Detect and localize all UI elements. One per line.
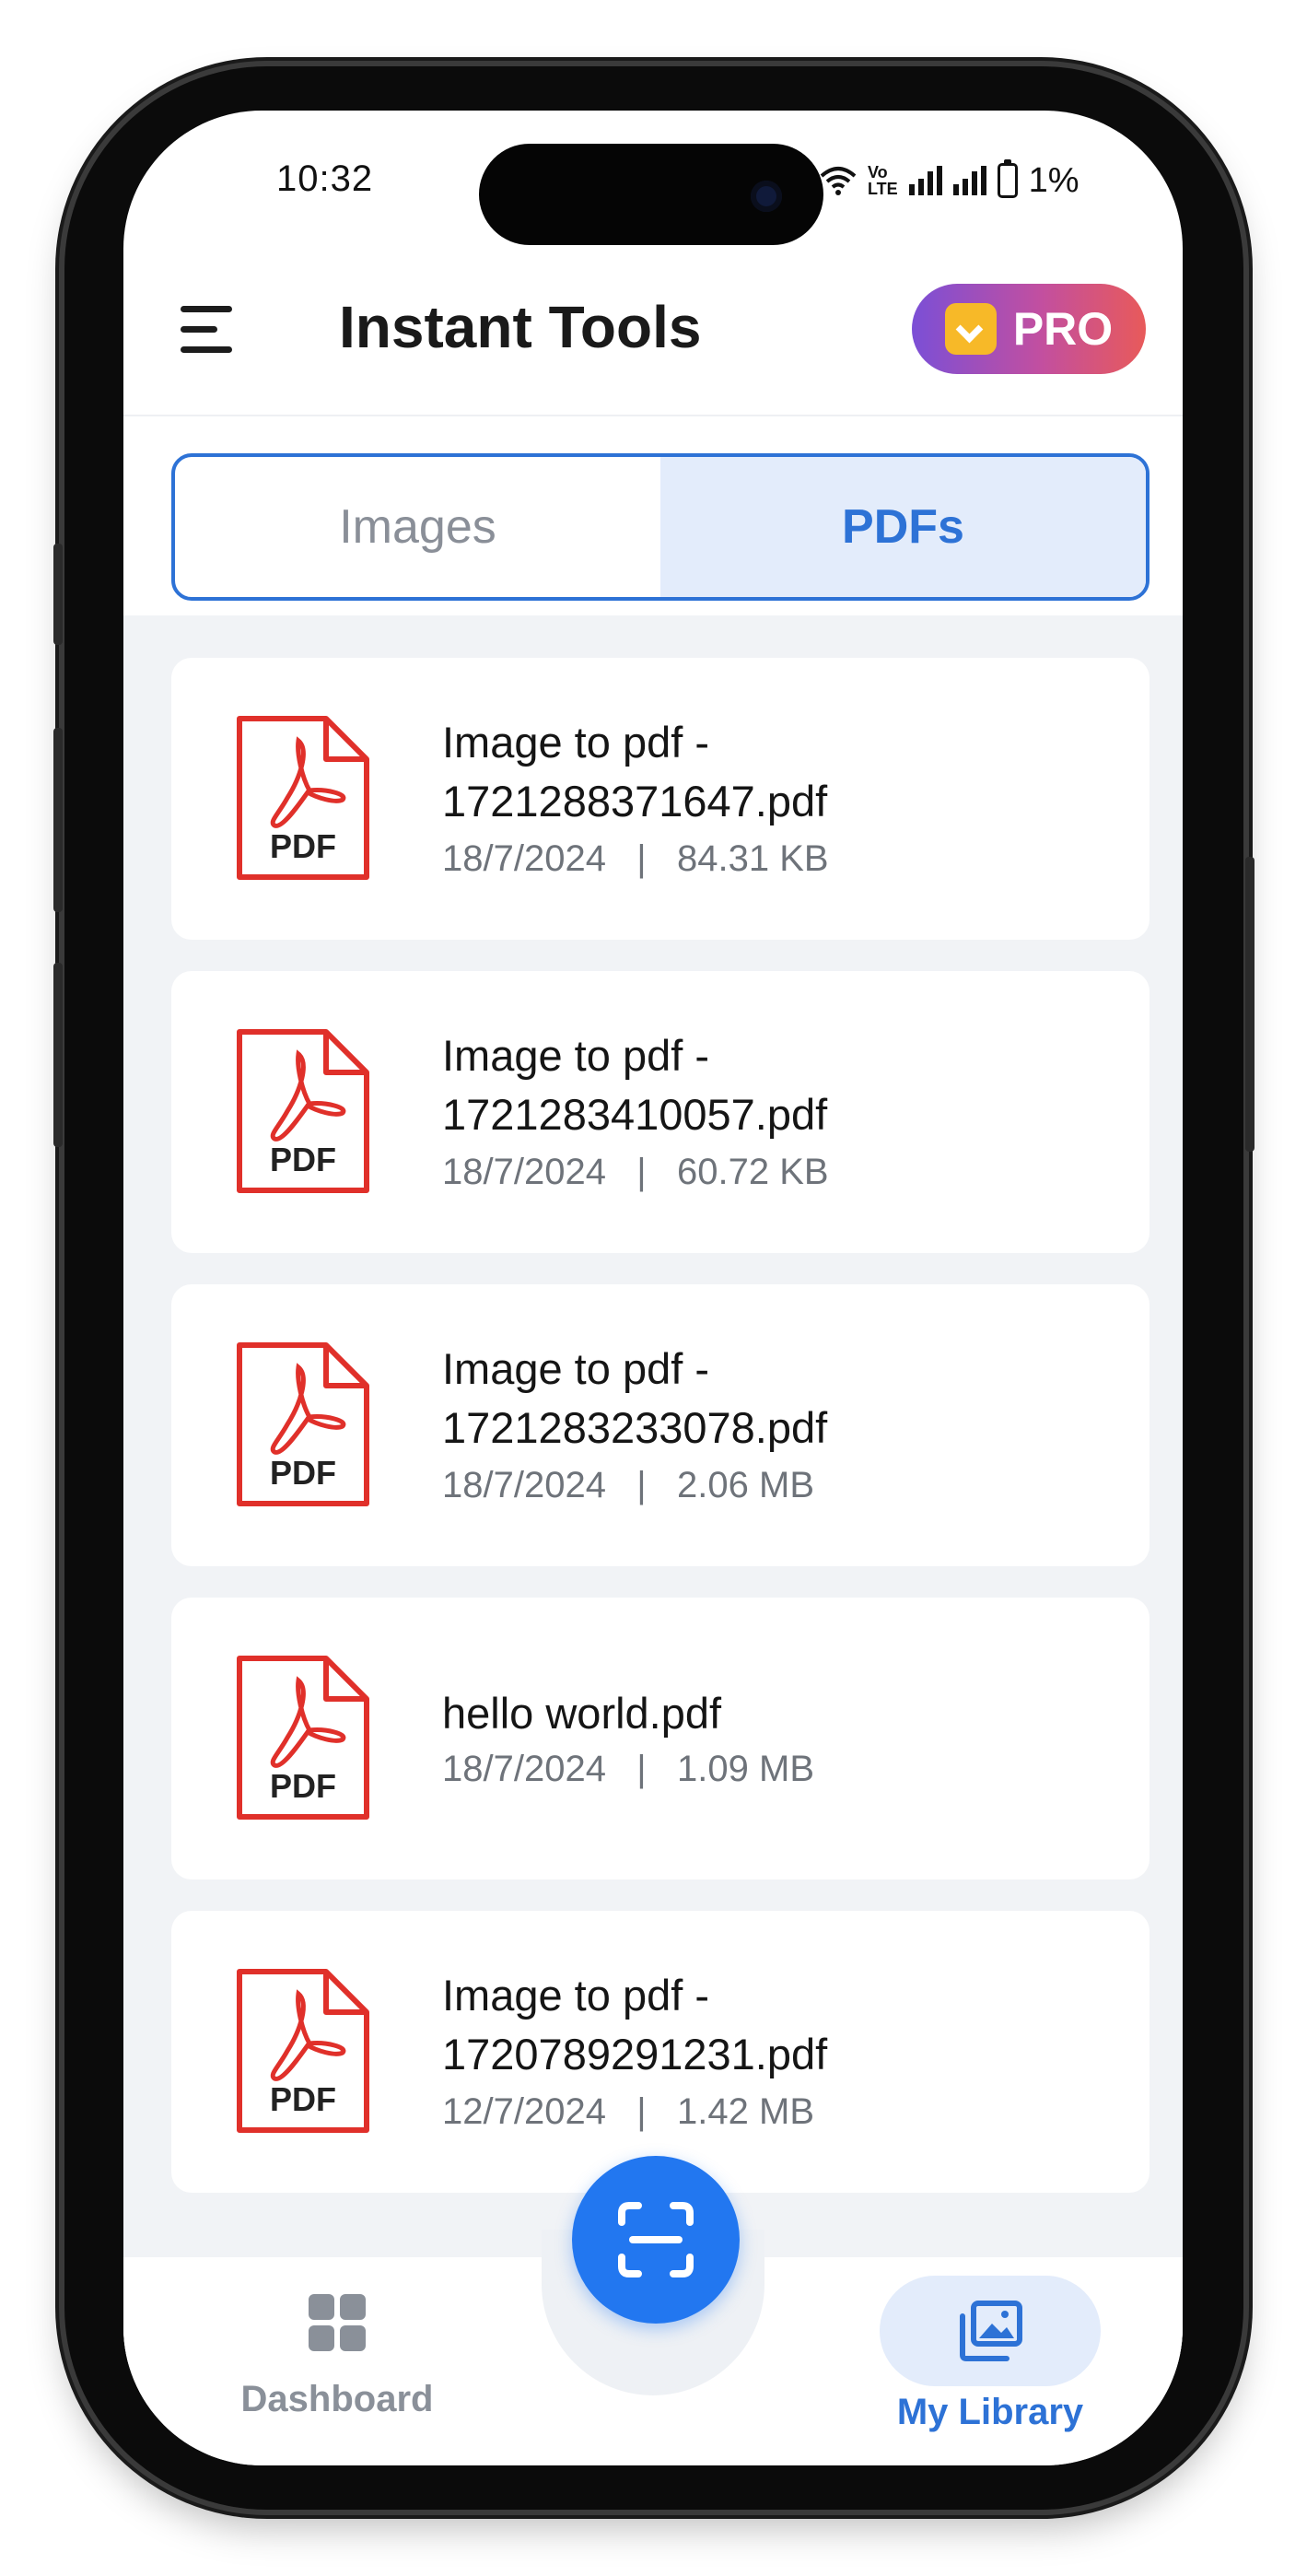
pro-button[interactable]: PRO: [912, 284, 1146, 374]
pdf-icon-label: PDF: [270, 827, 336, 865]
battery-level: 1%: [1028, 160, 1079, 200]
file-size: 1.42 MB: [677, 2091, 814, 2132]
pdf-file-icon: PDF: [234, 713, 372, 883]
file-meta: 12/7/2024 | 1.42 MB: [442, 2091, 814, 2133]
scan-icon: [618, 2202, 694, 2277]
nav-dashboard-label: Dashboard: [240, 2379, 434, 2419]
pdf-icon-label: PDF: [270, 2080, 336, 2118]
meta-separator: |: [636, 1152, 647, 1192]
scan-button[interactable]: [572, 2156, 740, 2324]
pdf-file-icon: PDF: [234, 1653, 372, 1822]
nav-library-label: My Library: [896, 2392, 1084, 2432]
side-button-volume-down: [53, 963, 63, 1147]
dynamic-island: [479, 144, 823, 245]
file-name: Image to pdf - 1721283410057.pdf: [442, 1031, 828, 1139]
tab-bar: Images PDFs: [171, 453, 1149, 601]
library-active-indicator: [880, 2276, 1101, 2386]
list-item[interactable]: PDF Image to pdf - 1721283410057.pdf 18/…: [171, 971, 1149, 1253]
signal-icon: [908, 166, 942, 195]
file-size: 60.72 KB: [677, 1152, 829, 1192]
pdf-file-icon: PDF: [234, 1026, 372, 1196]
file-size: 2.06 MB: [677, 1465, 814, 1505]
file-name: Image to pdf - 1720789291231.pdf: [442, 1971, 828, 2078]
side-button-volume-up: [53, 728, 63, 912]
meta-separator: |: [636, 2091, 647, 2132]
pro-label: PRO: [1012, 303, 1114, 355]
list-item[interactable]: PDF Image to pdf - 1721283233078.pdf 18/…: [171, 1284, 1149, 1566]
file-meta: 18/7/2024 | 1.09 MB: [442, 1749, 814, 1790]
nav-dashboard[interactable]: Dashboard: [217, 2294, 457, 2420]
status-icons: Vo LTE 1%: [820, 158, 1079, 203]
file-date: 18/7/2024: [442, 1152, 606, 1192]
pdf-file-icon: PDF: [234, 1340, 372, 1509]
file-name: Image to pdf - 1721283233078.pdf: [442, 1344, 828, 1452]
meta-separator: |: [636, 838, 647, 879]
file-meta: 18/7/2024 | 60.72 KB: [442, 1152, 829, 1193]
battery-icon: [997, 159, 1018, 198]
file-date: 18/7/2024: [442, 1749, 606, 1789]
meta-separator: |: [636, 1749, 647, 1789]
side-button-power: [1245, 857, 1254, 1152]
nav-my-library[interactable]: My Library: [870, 2276, 1110, 2433]
file-meta: 18/7/2024 | 84.31 KB: [442, 838, 829, 880]
tab-pdfs[interactable]: PDFs: [660, 457, 1146, 597]
crown-icon: [944, 303, 997, 355]
phone-screen: 10:32 Vo LTE 1% Instant Tools PRO Images…: [123, 111, 1183, 2465]
list-item[interactable]: PDF Image to pdf - 1720789291231.pdf 12/…: [171, 1911, 1149, 2193]
file-date: 18/7/2024: [442, 1465, 606, 1505]
dashboard-icon: [309, 2294, 366, 2351]
file-date: 18/7/2024: [442, 838, 606, 879]
file-name: hello world.pdf: [442, 1689, 722, 1738]
app-title: Instant Tools: [339, 294, 702, 360]
file-meta: 18/7/2024 | 2.06 MB: [442, 1465, 814, 1506]
list-item[interactable]: PDF hello world.pdf 18/7/2024 | 1.09 MB: [171, 1598, 1149, 1879]
list-item[interactable]: PDF Image to pdf - 1721288371647.pdf 18/…: [171, 658, 1149, 940]
pdf-icon-label: PDF: [270, 1141, 336, 1178]
app-header: Instant Tools PRO: [123, 249, 1183, 416]
pdf-icon-label: PDF: [270, 1454, 336, 1492]
volte-badge: Vo LTE: [868, 163, 898, 198]
file-name: Image to pdf - 1721288371647.pdf: [442, 718, 828, 825]
signal-icon-2: [952, 166, 986, 195]
tab-images[interactable]: Images: [175, 457, 660, 597]
file-date: 12/7/2024: [442, 2091, 606, 2132]
file-size: 1.09 MB: [677, 1749, 814, 1789]
library-icon: [960, 2301, 1022, 2361]
pdf-icon-label: PDF: [270, 1767, 336, 1805]
side-button-action: [53, 544, 63, 645]
meta-separator: |: [636, 1465, 647, 1505]
status-time: 10:32: [276, 158, 374, 199]
front-camera: [751, 181, 782, 212]
pdf-file-icon: PDF: [234, 1966, 372, 2136]
menu-icon[interactable]: [181, 306, 232, 354]
file-size: 84.31 KB: [677, 838, 829, 879]
wifi-icon: [820, 167, 857, 195]
